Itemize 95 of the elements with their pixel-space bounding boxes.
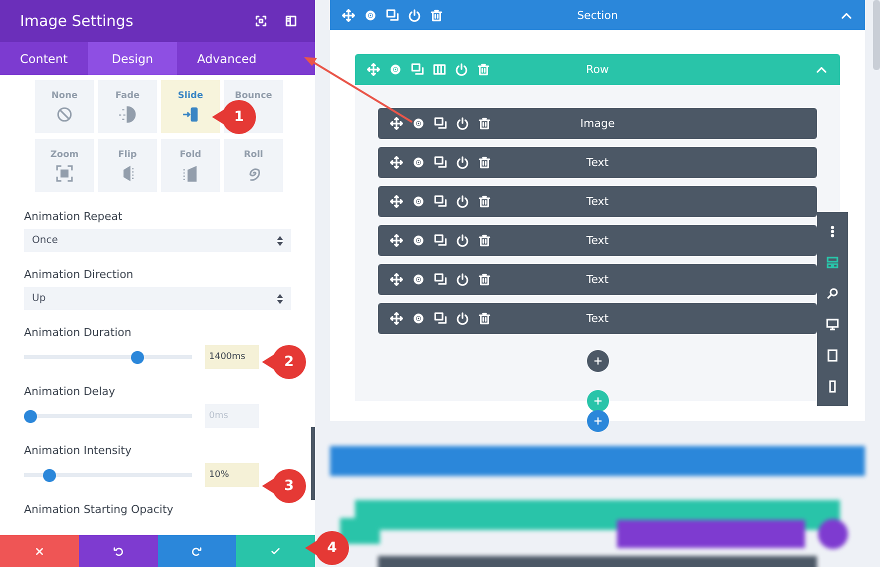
layout-icon (826, 256, 839, 269)
settings-icon[interactable] (412, 156, 425, 169)
slider-thumb[interactable] (130, 350, 144, 364)
module-bar[interactable]: Text (378, 303, 817, 334)
close-icon[interactable] (34, 546, 45, 556)
redo-icon[interactable] (191, 546, 202, 556)
sort-arrows-icon (277, 236, 283, 246)
duplicate-icon[interactable] (434, 117, 447, 130)
select-field[interactable]: Up (24, 287, 291, 310)
tab[interactable]: Advanced (177, 42, 276, 75)
move-icon[interactable] (390, 117, 403, 130)
trash-icon[interactable] (478, 312, 491, 325)
zoom-icon (56, 164, 73, 182)
plus-icon[interactable] (592, 356, 602, 366)
bar-title: Text (586, 234, 609, 247)
field-label: Animation Delay (24, 385, 116, 398)
power-icon[interactable] (456, 156, 469, 169)
bar-title: Text (586, 312, 609, 325)
sidebar-icon[interactable] (285, 15, 297, 27)
field-label: Animation Duration (24, 326, 132, 339)
bar-title: Row (586, 63, 609, 76)
field-label: Animation Starting Opacity (24, 503, 174, 516)
trash-icon[interactable] (478, 156, 491, 169)
duplicate-icon[interactable] (434, 195, 447, 208)
value-field[interactable]: 10% (205, 463, 259, 487)
settings-icon[interactable] (412, 195, 425, 208)
slider-thumb[interactable] (42, 468, 56, 482)
section-bar[interactable]: Section (330, 0, 865, 30)
add-section-button[interactable] (586, 410, 608, 432)
module-bar[interactable]: Image (378, 108, 817, 139)
power-icon[interactable] (456, 273, 469, 286)
scrollbar[interactable] (873, 0, 880, 70)
settings-icon[interactable] (412, 117, 425, 130)
slide-in-icon (182, 106, 199, 122)
module-bar[interactable]: Text (378, 225, 817, 256)
add-module-button[interactable] (586, 350, 608, 372)
move-icon[interactable] (390, 156, 403, 169)
duplicate-icon[interactable] (386, 8, 399, 22)
move-icon[interactable] (390, 234, 403, 247)
power-icon[interactable] (456, 234, 469, 247)
zoom-icon (826, 287, 839, 300)
move-icon[interactable] (342, 8, 355, 22)
half-circle-icon (119, 106, 136, 122)
duplicate-icon[interactable] (434, 312, 447, 325)
settings-icon[interactable] (412, 234, 425, 247)
duplicate-icon[interactable] (434, 234, 447, 247)
check-icon[interactable] (270, 546, 282, 556)
trash-icon[interactable] (478, 195, 491, 208)
bar-title: Text (586, 156, 609, 169)
duplicate-icon[interactable] (434, 273, 447, 286)
scrollbar[interactable] (311, 427, 315, 500)
sort-arrows-icon (277, 294, 283, 304)
trash-icon[interactable] (478, 273, 491, 286)
panel-title: Image Settings (20, 12, 134, 30)
settings-icon[interactable] (364, 8, 377, 22)
focus-icon[interactable] (255, 15, 267, 27)
trash-icon[interactable] (478, 117, 491, 130)
bar-title: Section (577, 8, 618, 22)
callout-badge: 3 (262, 469, 306, 503)
none-icon (56, 106, 73, 122)
fold-icon (182, 164, 199, 182)
field-label: Animation Intensity (24, 444, 132, 457)
field-label: Animation Repeat (24, 210, 124, 223)
plus-icon[interactable] (592, 416, 602, 426)
callout-badge: 2 (262, 345, 306, 379)
select-field[interactable]: Once (24, 229, 291, 252)
callout-badge: 4 (305, 531, 349, 565)
bar-title: Image (580, 117, 615, 130)
animation-style-option[interactable]: Slide (161, 80, 220, 133)
undo-icon[interactable] (112, 546, 124, 556)
power-icon[interactable] (408, 8, 421, 22)
settings-icon[interactable] (412, 312, 425, 325)
duplicate-icon[interactable] (434, 156, 447, 169)
trash-icon[interactable] (430, 8, 443, 22)
module-bar[interactable]: Text (378, 186, 817, 217)
power-icon[interactable] (456, 117, 469, 130)
power-icon[interactable] (456, 312, 469, 325)
power-icon[interactable] (456, 195, 469, 208)
slider-thumb[interactable] (24, 410, 37, 422)
module-bar[interactable]: Text (378, 147, 817, 178)
settings-icon[interactable] (412, 273, 425, 286)
move-icon[interactable] (390, 312, 403, 325)
trash-icon[interactable] (478, 234, 491, 247)
add-row-button[interactable] (586, 390, 608, 412)
desktop-icon (826, 318, 839, 331)
field-label: Animation Direction (24, 268, 134, 281)
tablet-icon (826, 349, 839, 362)
move-icon[interactable] (390, 195, 403, 208)
bar-title: Text (586, 273, 609, 286)
module-bar[interactable]: Text (378, 264, 817, 295)
tab[interactable]: Content (0, 42, 88, 75)
bar-title: Text (586, 195, 609, 208)
move-icon[interactable] (390, 273, 403, 286)
value-field[interactable]: 1400ms (205, 345, 259, 369)
tab[interactable]: Design (88, 42, 178, 75)
